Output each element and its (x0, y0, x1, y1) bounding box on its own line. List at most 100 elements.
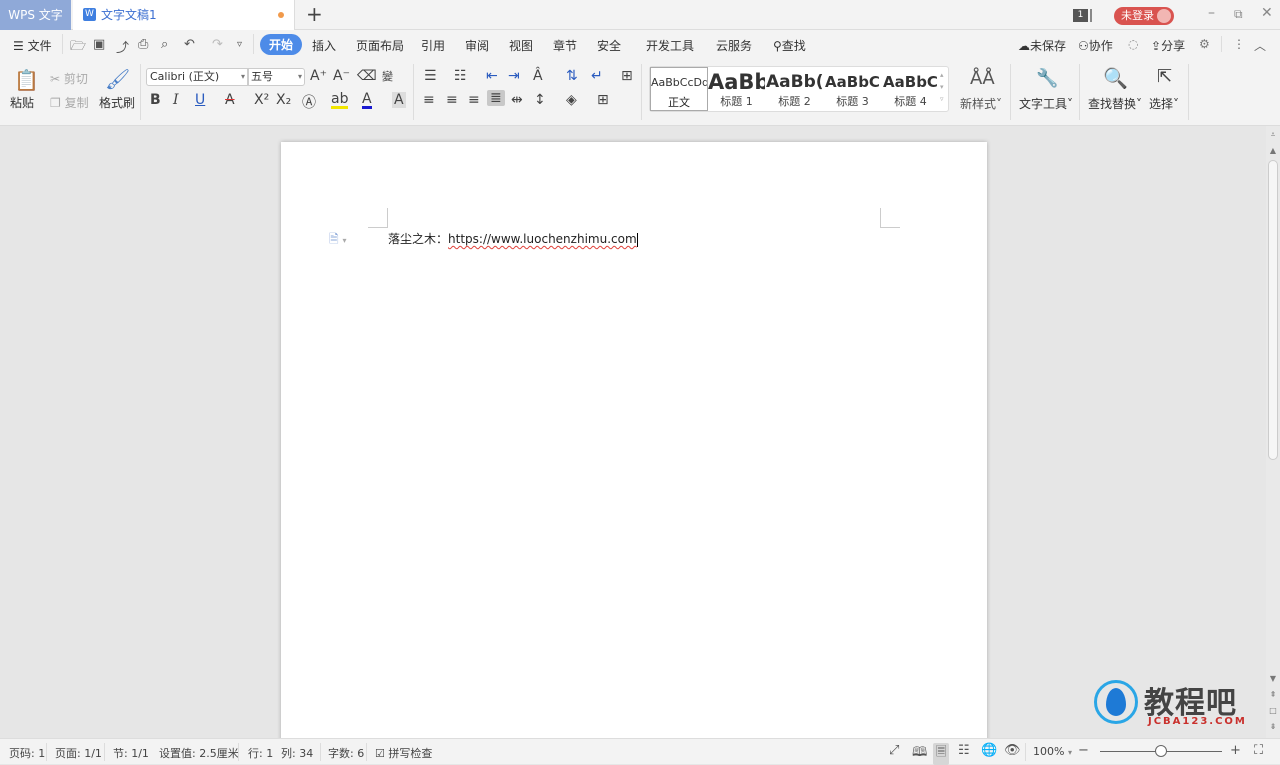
tab-home[interactable]: 开始 (260, 34, 303, 55)
numbered-list-icon[interactable]: ☷ (454, 68, 467, 84)
next-page-icon[interactable]: ⇟ (1268, 722, 1278, 731)
more-options-icon[interactable]: ⋮ (1233, 37, 1245, 51)
vertical-scrollbar[interactable]: ⩡ ▲ ▼ ⇞ □ ⇟ (1266, 126, 1280, 738)
document-tab[interactable]: W 文字文稿1 (73, 0, 295, 30)
print-preview-icon[interactable]: ⌕ (161, 37, 168, 52)
collapse-ribbon-icon[interactable]: ︿ (1254, 37, 1266, 54)
column-status[interactable]: 列: 34 (281, 745, 313, 761)
tab-references[interactable]: 引用 (421, 37, 445, 54)
wrench-icon[interactable]: 🔧 (1036, 68, 1058, 89)
ruler-toggle-icon[interactable]: ⩡ (1268, 130, 1278, 140)
scroll-thumb[interactable] (1268, 160, 1278, 460)
justify-icon[interactable]: ≣ (487, 90, 505, 106)
select-browse-object-icon[interactable]: □ (1268, 706, 1278, 715)
font-name-select[interactable]: Calibri (正文) ▾ (146, 68, 248, 86)
tab-review[interactable]: 审阅 (465, 37, 489, 54)
highlight-icon[interactable]: ab (331, 92, 349, 109)
page-view-icon[interactable]: 🗏 (933, 743, 950, 765)
tab-security[interactable]: 安全 (597, 37, 621, 54)
pages-status[interactable]: 页面: 1/1 (55, 745, 102, 761)
setting-value-status[interactable]: 设置值: 2.5厘米 (159, 745, 239, 761)
select-button[interactable]: 选择˅ (1149, 95, 1179, 112)
share-button[interactable]: ⇪分享 (1151, 37, 1185, 54)
save-icon[interactable]: ▣ (93, 37, 105, 52)
text-effect-icon[interactable]: Ⓐ (302, 92, 316, 112)
restore-button[interactable]: ⧉ (1234, 7, 1243, 22)
minimize-button[interactable]: – (1208, 5, 1215, 21)
format-painter-icon[interactable]: 🖌 (105, 67, 130, 91)
strikethrough-icon[interactable]: A (225, 92, 235, 108)
bold-icon[interactable]: B (150, 92, 161, 108)
distributed-align-icon[interactable]: ⇹ (511, 92, 523, 108)
section-status[interactable]: 节: 1/1 (113, 745, 149, 761)
collaborate-button[interactable]: ⚇协作 (1078, 37, 1113, 54)
character-shading-icon[interactable]: A (392, 92, 406, 108)
eye-protection-icon[interactable]: 👁 (1004, 743, 1021, 758)
zoom-slider-thumb[interactable] (1155, 745, 1167, 757)
comment-icon[interactable]: ◌ (1128, 37, 1138, 51)
pinyin-guide-icon[interactable]: 變 (382, 68, 393, 84)
align-center-icon[interactable]: ≡ (446, 92, 458, 108)
new-style-icon[interactable]: ÅÅ (970, 68, 995, 89)
window-count-badge[interactable]: 1 (1073, 9, 1092, 22)
cursor-select-icon[interactable]: ⇱ (1157, 66, 1172, 87)
italic-icon[interactable]: I (173, 92, 179, 108)
word-count-status[interactable]: 字数: 6 (328, 745, 364, 761)
bullet-list-icon[interactable]: ☰ (424, 68, 437, 84)
settings-gear-icon[interactable]: ⚙ (1199, 37, 1210, 51)
tab-view[interactable]: 视图 (509, 37, 533, 54)
tab-cloud[interactable]: 云服务 (716, 37, 752, 54)
align-left-icon[interactable]: ≡ (423, 92, 435, 108)
tab-insert[interactable]: 插入 (312, 37, 336, 54)
file-menu[interactable]: ☰ 文件 (13, 37, 52, 54)
line-break-icon[interactable]: ↵ (591, 68, 603, 84)
previous-page-icon[interactable]: ⇞ (1268, 690, 1278, 699)
clear-format-icon[interactable]: ⌫ (357, 68, 377, 84)
font-size-select[interactable]: 五号 ▾ (248, 68, 305, 86)
search-command[interactable]: ⚲查找 (773, 37, 806, 54)
tab-chapter[interactable]: 章节 (553, 37, 577, 54)
new-tab-button[interactable]: + (306, 2, 323, 26)
paragraph-layout-icon[interactable]: 🗎 ▾ (329, 230, 346, 251)
zoom-level-select[interactable]: 100% ▾ (1033, 745, 1072, 758)
zoom-in-icon[interactable]: + (1230, 743, 1241, 758)
find-replace-button[interactable]: 查找替换˅ (1088, 95, 1142, 112)
print-icon[interactable]: ⎙ (138, 37, 148, 52)
format-painter-button[interactable]: 格式刷 (99, 94, 135, 111)
paste-icon[interactable]: 📋 (14, 68, 39, 92)
document-page[interactable]: 🗎 ▾ 落尘之木：https://www.luochenzhimu.com (281, 142, 987, 738)
customize-quick-access-icon[interactable]: ▿ (237, 39, 242, 50)
underline-icon[interactable]: U (195, 92, 205, 108)
export-pdf-icon[interactable]: ⤴ (116, 37, 129, 56)
table-layout-icon[interactable]: ⊞ (621, 68, 633, 84)
subscript-icon[interactable]: X₂ (276, 92, 291, 108)
cut-button[interactable]: ✂ 剪切 (50, 70, 88, 87)
text-tools-button[interactable]: 文字工具˅ (1019, 95, 1073, 112)
undo-icon[interactable]: ↶ (184, 37, 195, 52)
increase-indent-icon[interactable]: ⇥ (508, 68, 520, 84)
reading-mode-icon[interactable]: 🕮 (912, 743, 927, 765)
row-status[interactable]: 行: 1 (248, 745, 273, 761)
scroll-up-icon[interactable]: ▲ (1268, 146, 1278, 155)
unsaved-status[interactable]: ☁未保存 (1018, 37, 1066, 54)
style-normal[interactable]: AaBbCcDd 正文 (650, 67, 708, 111)
magnifier-icon[interactable]: 🔍 (1103, 66, 1128, 90)
line-spacing-icon[interactable]: ↕ (534, 92, 546, 108)
open-icon[interactable]: 🗁 (70, 37, 86, 59)
login-button[interactable]: 未登录 (1114, 7, 1174, 25)
page-number-status[interactable]: 页码: 1 (9, 745, 45, 761)
sort-icon[interactable]: ⇅ (566, 68, 578, 84)
style-heading-4[interactable]: AaBbC 标题 4 (882, 67, 939, 111)
style-gallery-scroll[interactable]: ▴ ▾ ▿ (940, 69, 944, 105)
scroll-down-icon[interactable]: ▼ (1268, 674, 1278, 683)
style-heading-2[interactable]: AaBb( 标题 2 (766, 67, 823, 111)
spell-check-button[interactable]: ☑ 拼写检查 (375, 745, 432, 761)
superscript-icon[interactable]: X² (254, 92, 269, 108)
web-layout-icon[interactable]: 🌐 (981, 743, 997, 758)
style-heading-3[interactable]: AaBbC 标题 3 (824, 67, 881, 111)
new-style-button[interactable]: 新样式˅ (960, 95, 1002, 112)
decrease-indent-icon[interactable]: ⇤ (486, 68, 498, 84)
tab-developer[interactable]: 开发工具 (646, 37, 694, 54)
redo-icon[interactable]: ↷ (212, 37, 223, 52)
document-text-line[interactable]: 落尘之木：https://www.luochenzhimu.com (388, 230, 638, 247)
